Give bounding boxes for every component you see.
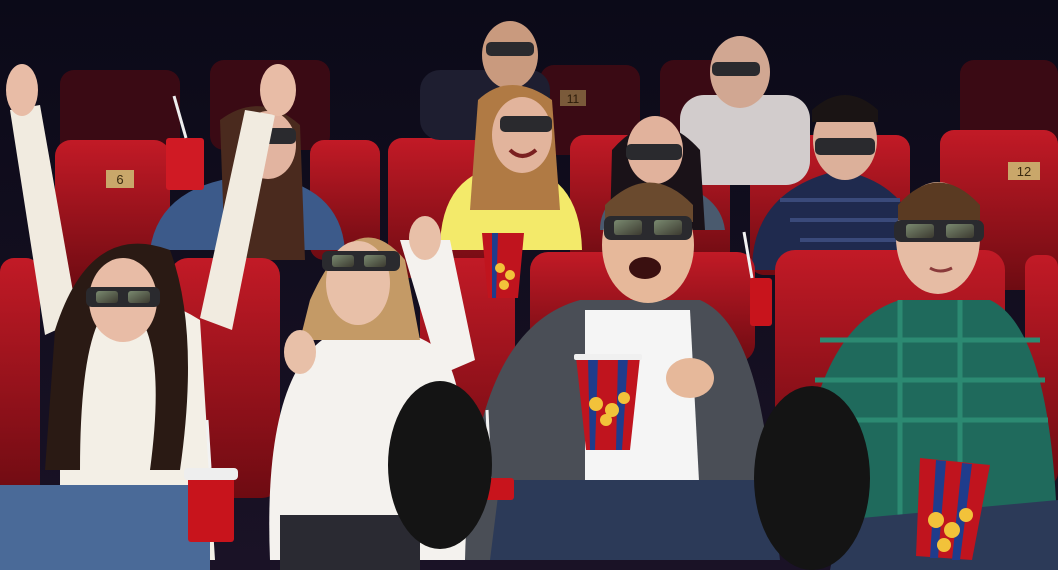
seat-number: 12 <box>1017 164 1031 179</box>
shoe-right <box>754 386 870 570</box>
photo-canvas: 6 12 11 <box>0 0 1058 570</box>
3d-glasses-icon <box>500 116 552 132</box>
seat-number: 6 <box>116 172 123 187</box>
3d-glasses-icon <box>626 144 682 160</box>
cinema-seat-icon <box>0 258 40 498</box>
seat-number: 11 <box>567 92 580 106</box>
3d-glasses-icon <box>815 138 875 155</box>
cinema-audience-photo: 6 12 11 <box>0 0 1058 570</box>
3d-glasses-icon <box>712 62 760 76</box>
soda-cup-icon <box>166 138 204 190</box>
shoe-left <box>388 381 492 549</box>
soda-cup-icon <box>188 470 234 542</box>
3d-glasses-icon <box>486 42 534 56</box>
popcorn-cup-icon <box>482 233 524 298</box>
